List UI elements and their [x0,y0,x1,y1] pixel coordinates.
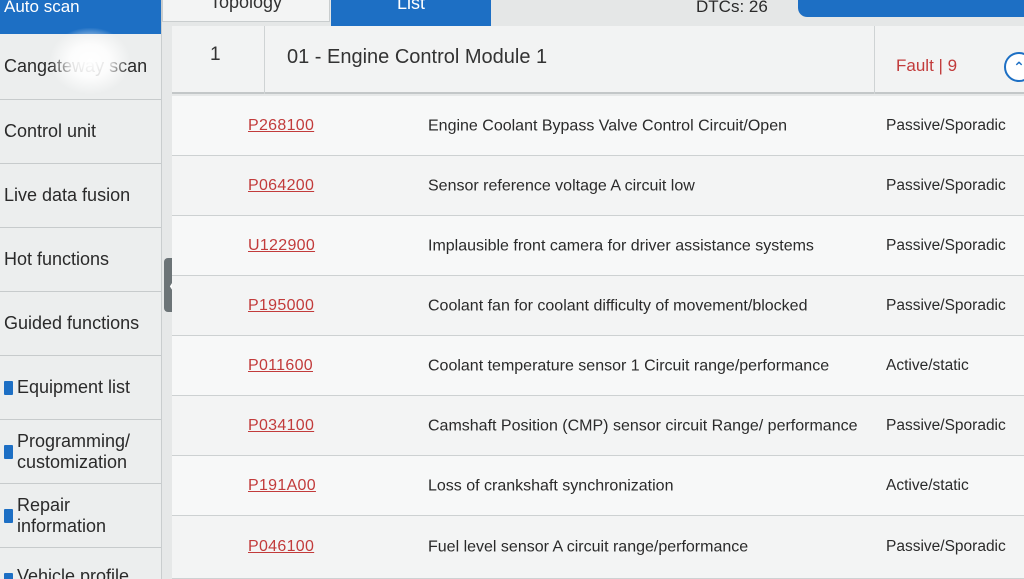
sidebar-item-guided-functions[interactable]: Guided functions [0,292,161,356]
tab-topology[interactable]: Topology [162,0,330,22]
fault-status: Passive/Sporadic [886,116,1006,134]
table-row[interactable]: P046100 Fuel level sensor A circuit rang… [172,516,1024,579]
table-row[interactable]: P064200 Sensor reference voltage A circu… [172,156,1024,216]
sidebar-item-label: Hot functions [4,249,110,269]
divider [874,26,875,94]
sidebar: Auto scan Cangateway scan Control unit L… [0,0,162,579]
table-row[interactable]: P011600 Coolant temperature sensor 1 Cir… [172,336,1024,396]
sidebar-item-programming-customization[interactable]: Programming/ customization [0,420,161,484]
fault-code-link[interactable]: P034100 [248,417,314,435]
tab-label: List [396,0,425,13]
collapse-glyph: ⌃ [1013,58,1024,75]
fault-status: Passive/Sporadic [886,538,1006,555]
table-row[interactable]: P268100 Engine Coolant Bypass Valve Cont… [172,96,1024,156]
fault-status: Passive/Sporadic [886,236,1006,254]
sidebar-item-label: Auto scan [4,0,80,16]
fault-description: Loss of crankshaft synchronization [428,477,674,494]
sidebar-item-label: Equipment list [17,377,131,397]
chevron-up-icon[interactable]: ⌃ [1004,52,1024,82]
fault-code-link[interactable]: U122900 [248,237,315,255]
screen-glare [50,28,130,94]
fault-code-link[interactable]: P191A00 [248,477,316,495]
fault-code-link[interactable]: P011600 [248,357,313,375]
sidebar-item-label: Control unit [4,121,97,141]
dtc-count: DTCs: 26 [696,0,768,16]
divider [264,26,265,94]
scan-progress-bar [798,0,1024,17]
scan-progress-fill [798,0,1024,17]
fault-status: Passive/Sporadic [886,296,1006,314]
fault-status: Active/static [886,356,969,374]
fault-description: Coolant temperature sensor 1 Circuit ran… [428,357,830,374]
table-row[interactable]: P195000 Coolant fan for coolant difficul… [172,276,1024,336]
table-row[interactable]: P034100 Camshaft Position (CMP) sensor c… [172,396,1024,456]
tab-bar: Topology List DTCs: 26 [162,0,1024,26]
tab-label: Topology [209,0,283,12]
module-header[interactable]: 1 01 - Engine Control Module 1 Fault | 9… [172,26,1024,94]
sidebar-item-control-unit[interactable]: Control unit [0,100,161,164]
fault-description: Implausible front camera for driver assi… [428,237,814,254]
sidebar-item-repair-information[interactable]: Repair information [0,484,161,548]
list-icon [4,508,13,523]
fault-description: Engine Coolant Bypass Valve Control Circ… [428,117,787,134]
sidebar-item-label: Programming/ customization [17,430,131,472]
module-name: 01 - Engine Control Module 1 [287,46,548,68]
fault-status: Passive/Sporadic [886,176,1006,194]
sidebar-item-hot-functions[interactable]: Hot functions [0,228,161,292]
sidebar-item-live-data-fusion[interactable]: Live data fusion [0,164,161,228]
fault-code-link[interactable]: P195000 [248,297,314,315]
fault-count: Fault | 9 [896,56,958,75]
fault-description: Coolant fan for coolant difficulty of mo… [428,297,808,314]
fault-rows: P268100 Engine Coolant Bypass Valve Cont… [172,96,1024,579]
sidebar-item-vehicle-profile[interactable]: Vehicle profile [0,548,161,579]
sidebar-item-label: Repair information [17,494,107,536]
list-icon [4,380,13,395]
fault-description: Sensor reference voltage A circuit low [428,177,695,194]
fault-list-panel: 1 01 - Engine Control Module 1 Fault | 9… [172,26,1024,579]
fault-description: Fuel level sensor A circuit range/perfor… [428,538,749,556]
sidebar-item-label: Guided functions [4,313,140,333]
tab-list[interactable]: List [331,0,491,26]
fault-status: Active/static [886,476,969,494]
module-index: 1 [210,44,221,65]
sidebar-item-label: Live data fusion [4,185,131,205]
sidebar-item-label: Vehicle profile [17,566,130,579]
fault-code-link[interactable]: P064200 [248,177,314,195]
list-icon [4,573,13,579]
table-row[interactable]: U122900 Implausible front camera for dri… [172,216,1024,276]
sidebar-item-equipment-list[interactable]: Equipment list [0,356,161,420]
fault-code-link[interactable]: P268100 [248,117,314,135]
fault-description: Camshaft Position (CMP) sensor circuit R… [428,417,858,434]
fault-code-link[interactable]: P046100 [248,538,314,556]
table-row[interactable]: P191A00 Loss of crankshaft synchronizati… [172,456,1024,516]
fault-status: Passive/Sporadic [886,416,1006,434]
list-icon [4,444,13,459]
